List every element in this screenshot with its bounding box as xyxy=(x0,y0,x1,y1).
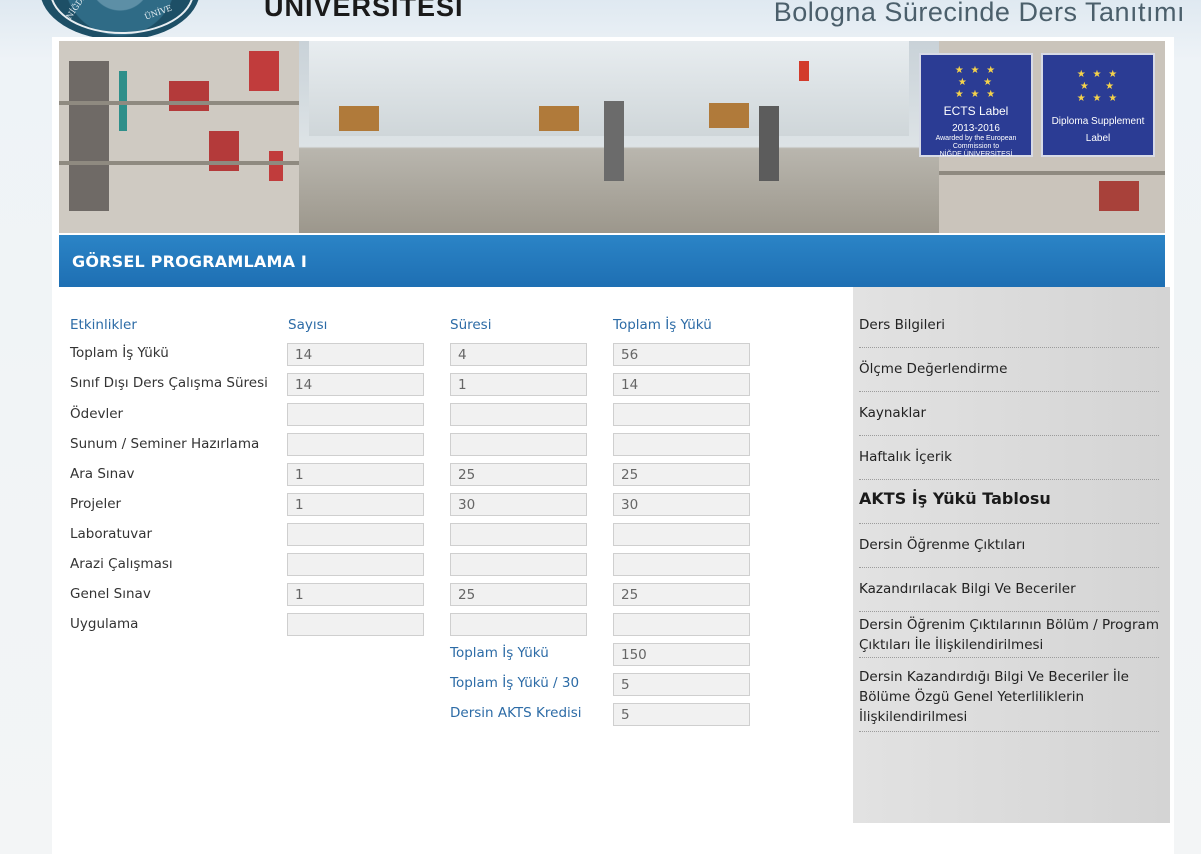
col-header-activity: Etkinlikler xyxy=(70,317,137,333)
duration-field[interactable]: 4 xyxy=(450,343,587,366)
row-label: Projeler xyxy=(70,496,122,512)
nav-item-olcme-degerlendirme[interactable]: Ölçme Değerlendirme xyxy=(859,359,1159,392)
diploma-supplement-badge[interactable]: ★ ★ ★ ★ ★ ★ ★ ★ Diploma Supplement Label xyxy=(1041,53,1155,157)
duration-field[interactable]: 30 xyxy=(450,493,587,516)
eu-stars-icon: ★ ★ ★ ★ ★ ★ ★ ★ xyxy=(1076,69,1120,104)
count-field[interactable] xyxy=(287,433,424,456)
summary-label-workload-per-30: Toplam İş Yükü / 30 xyxy=(450,675,580,691)
total-field[interactable] xyxy=(613,523,750,546)
count-field[interactable] xyxy=(287,553,424,576)
workload-table: Etkinlikler Sayısı Süresi Toplam İş Yükü… xyxy=(52,287,852,854)
nav-item-ders-bilgileri[interactable]: Ders Bilgileri xyxy=(859,315,1159,348)
ects-label-badge[interactable]: ★ ★ ★ ★ ★ ★ ★ ★ ECTS Label 2013-2016 Award… xyxy=(919,53,1033,158)
row-label: Genel Sınav xyxy=(70,586,151,602)
row-label: Arazi Çalışması xyxy=(70,556,173,572)
nav-item-kaynaklar[interactable]: Kaynaklar xyxy=(859,403,1159,436)
shelf-board xyxy=(939,171,1165,175)
university-logo[interactable]: NİĞDE ÜNİVE xyxy=(40,0,200,40)
row-label: Sınıf Dışı Ders Çalışma Süresi xyxy=(70,375,268,391)
col-header-duration: Süresi xyxy=(450,317,492,333)
course-nav-sidebar: Ders Bilgileri Ölçme Değerlendirme Kayna… xyxy=(853,287,1170,823)
col-header-total: Toplam İş Yükü xyxy=(613,317,712,333)
book-spine xyxy=(249,51,279,91)
nav-item-akts-is-yuku-tablosu[interactable]: AKTS İş Yükü Tablosu xyxy=(859,489,1159,524)
count-field[interactable]: 1 xyxy=(287,583,424,606)
site-subtitle: Bologna Sürecinde Ders Tanıtımı xyxy=(773,0,1185,27)
duration-field[interactable]: 1 xyxy=(450,373,587,396)
student-figure xyxy=(759,106,779,181)
course-title-bar: GÖRSEL PROGRAMLAMA I xyxy=(59,235,1165,287)
row-label: Ödevler xyxy=(70,406,124,422)
row-label: Uygulama xyxy=(70,616,139,632)
count-field[interactable]: 14 xyxy=(287,373,424,396)
count-field[interactable] xyxy=(287,523,424,546)
eu-stars-icon: ★ ★ ★ ★ ★ ★ ★ ★ xyxy=(954,65,998,100)
desk-partition xyxy=(339,106,379,131)
site-header: NİĞDE ÜNİVE ÜNİVERSİTESİ Bologna Sürecin… xyxy=(0,0,1201,40)
ects-badge-title: ECTS Label xyxy=(943,104,1009,118)
count-field[interactable]: 14 xyxy=(287,343,424,366)
total-field[interactable] xyxy=(613,433,750,456)
summary-label-akts-credit: Dersin AKTS Kredisi xyxy=(450,705,582,721)
nav-item-bilgi-beceriler[interactable]: Kazandırılacak Bilgi Ve Beceriler xyxy=(859,579,1159,612)
row-label: Toplam İş Yükü xyxy=(70,345,169,361)
total-field[interactable] xyxy=(613,403,750,426)
shelf-board xyxy=(59,101,299,105)
desk-partition xyxy=(539,106,579,131)
row-label: Ara Sınav xyxy=(70,466,135,482)
nav-item-genel-yeterlilikler-iliski[interactable]: Dersin Kazandırdığı Bilgi Ve Beceriler İ… xyxy=(859,667,1159,732)
library-banner: ★ ★ ★ ★ ★ ★ ★ ★ ECTS Label 2013-2016 Award… xyxy=(59,41,1165,233)
nav-item-haftalik-icerik[interactable]: Haftalık İçerik xyxy=(859,447,1159,480)
book-spine xyxy=(269,151,283,181)
duration-field[interactable]: 25 xyxy=(450,583,587,606)
book-spine xyxy=(1099,181,1139,211)
duration-field[interactable] xyxy=(450,523,587,546)
book-spine xyxy=(209,131,239,171)
duration-field[interactable] xyxy=(450,613,587,636)
total-field[interactable] xyxy=(613,613,750,636)
count-field[interactable]: 1 xyxy=(287,463,424,486)
ects-badge-years: 2013-2016 xyxy=(952,123,1000,134)
duration-field[interactable]: 25 xyxy=(450,463,587,486)
duration-field[interactable] xyxy=(450,433,587,456)
duration-field[interactable] xyxy=(450,553,587,576)
total-field[interactable]: 56 xyxy=(613,343,750,366)
row-label: Laboratuvar xyxy=(70,526,153,542)
count-field[interactable] xyxy=(287,403,424,426)
desk-partition xyxy=(709,103,749,128)
ects-badge-org: NİĞDE ÜNİVERSİTESİ xyxy=(939,151,1013,158)
ds-badge-sub: Label xyxy=(1085,133,1111,144)
col-header-count: Sayısı xyxy=(288,317,328,333)
total-field[interactable]: 30 xyxy=(613,493,750,516)
fire-extinguisher xyxy=(799,61,809,81)
total-field[interactable]: 25 xyxy=(613,583,750,606)
book-spine xyxy=(169,81,209,111)
count-field[interactable] xyxy=(287,613,424,636)
main-panel: ★ ★ ★ ★ ★ ★ ★ ★ ECTS Label 2013-2016 Award… xyxy=(52,37,1174,854)
summary-total-workload-field[interactable]: 150 xyxy=(613,643,750,666)
ds-badge-title: Diploma Supplement xyxy=(1051,116,1145,127)
nav-item-ogrenme-ciktilari[interactable]: Dersin Öğrenme Çıktıları xyxy=(859,535,1159,568)
shelf-board xyxy=(59,161,299,165)
ects-badge-note: Awarded by the European Commission to xyxy=(935,135,1017,150)
total-field[interactable]: 25 xyxy=(613,463,750,486)
shelf-column xyxy=(69,61,109,211)
duration-field[interactable] xyxy=(450,403,587,426)
university-name: ÜNİVERSİTESİ xyxy=(264,0,464,22)
summary-workload-per-30-field[interactable]: 5 xyxy=(613,673,750,696)
course-title: GÖRSEL PROGRAMLAMA I xyxy=(72,252,308,271)
summary-akts-credit-field[interactable]: 5 xyxy=(613,703,750,726)
nav-item-program-ciktilari-iliski[interactable]: Dersin Öğrenim Çıktılarının Bölüm / Prog… xyxy=(859,615,1159,658)
total-field[interactable]: 14 xyxy=(613,373,750,396)
student-figure xyxy=(604,101,624,181)
total-field[interactable] xyxy=(613,553,750,576)
count-field[interactable]: 1 xyxy=(287,493,424,516)
row-label: Sunum / Seminer Hazırlama xyxy=(70,436,260,452)
summary-label-total-workload: Toplam İş Yükü xyxy=(450,645,549,661)
